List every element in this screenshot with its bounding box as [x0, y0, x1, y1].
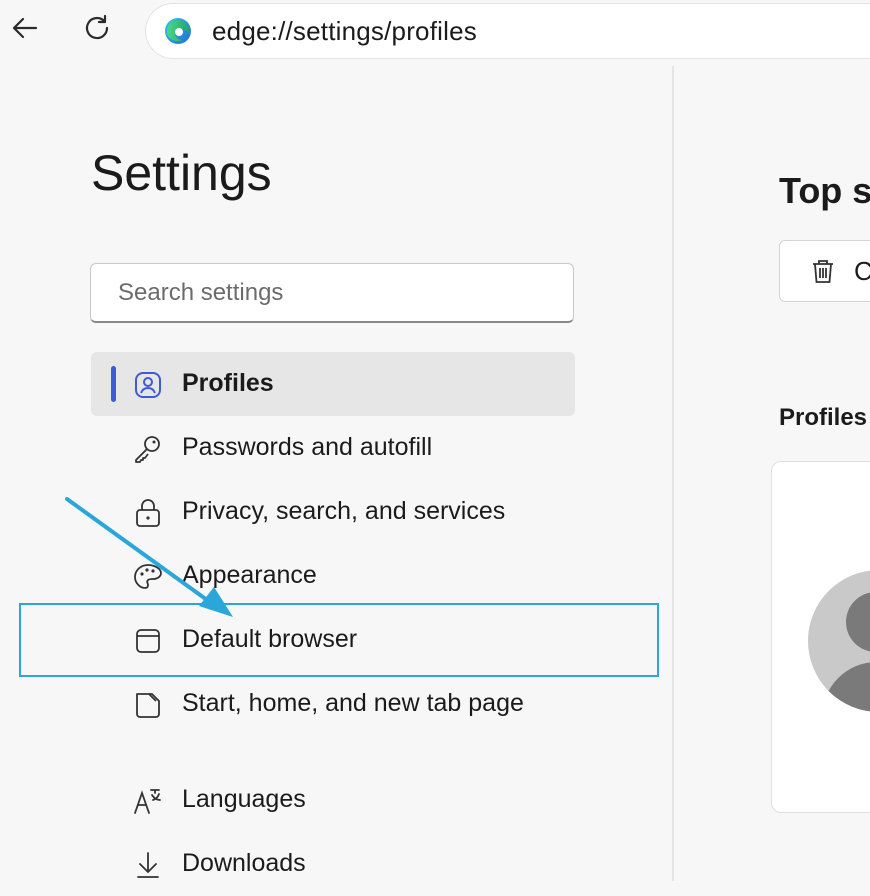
url-text: edge://settings/profiles: [212, 15, 477, 46]
section-heading: Top s: [779, 170, 870, 211]
palette-icon: [131, 560, 165, 594]
refresh-icon[interactable]: [77, 8, 117, 48]
sidebar-item-passwords[interactable]: Passwords and autofill: [91, 416, 575, 480]
search-settings-box[interactable]: [90, 263, 574, 323]
sidebar-item-default-browser[interactable]: Default browser: [91, 608, 575, 672]
sidebar-item-label: Languages: [182, 785, 306, 813]
profile-icon: [131, 368, 165, 402]
avatar-shoulders: [822, 662, 870, 712]
languages-icon: [131, 784, 165, 818]
page-title: Settings: [91, 145, 272, 201]
sidebar-divider: [672, 66, 674, 881]
edge-logo-icon: [165, 18, 191, 44]
download-icon: [131, 848, 165, 882]
sidebar-item-profiles[interactable]: Profiles: [91, 352, 575, 416]
address-bar[interactable]: edge://settings/profiles: [146, 4, 870, 58]
home-page-icon: [131, 688, 165, 722]
lock-icon: [131, 496, 165, 530]
key-icon: [131, 432, 165, 466]
clear-button[interactable]: C: [779, 240, 870, 302]
profile-card: [771, 461, 870, 813]
active-indicator: [111, 366, 116, 402]
sidebar-item-label: Passwords and autofill: [182, 433, 433, 461]
sidebar-item-label: Default browser: [182, 625, 358, 653]
sidebar-item-label: Start, home, and new tab page: [182, 689, 524, 717]
avatar[interactable]: [808, 570, 870, 712]
sidebar-item-label: Downloads: [182, 849, 306, 877]
browser-window-icon: [131, 624, 165, 658]
clear-button-label: C: [854, 255, 870, 286]
browser-toolbar: edge://settings/profiles: [0, 0, 870, 62]
sidebar-item-downloads[interactable]: Downloads: [91, 832, 575, 896]
back-arrow-icon[interactable]: [5, 8, 45, 48]
sidebar-item-label: Appearance: [182, 561, 317, 589]
search-input[interactable]: [116, 277, 550, 308]
sidebar-item-label: Privacy, search, and services: [182, 497, 506, 525]
avatar-head: [846, 592, 870, 652]
trash-icon: [813, 260, 833, 283]
sidebar-item-privacy[interactable]: Privacy, search, and services: [91, 480, 575, 544]
sidebar-item-languages[interactable]: Languages: [91, 768, 575, 832]
sidebar-item-appearance[interactable]: Appearance: [91, 544, 575, 608]
sidebar-item-label: Profiles: [182, 369, 274, 397]
sidebar-item-start-home[interactable]: Start, home, and new tab page: [91, 672, 575, 736]
profiles-heading: Profiles: [779, 404, 868, 431]
